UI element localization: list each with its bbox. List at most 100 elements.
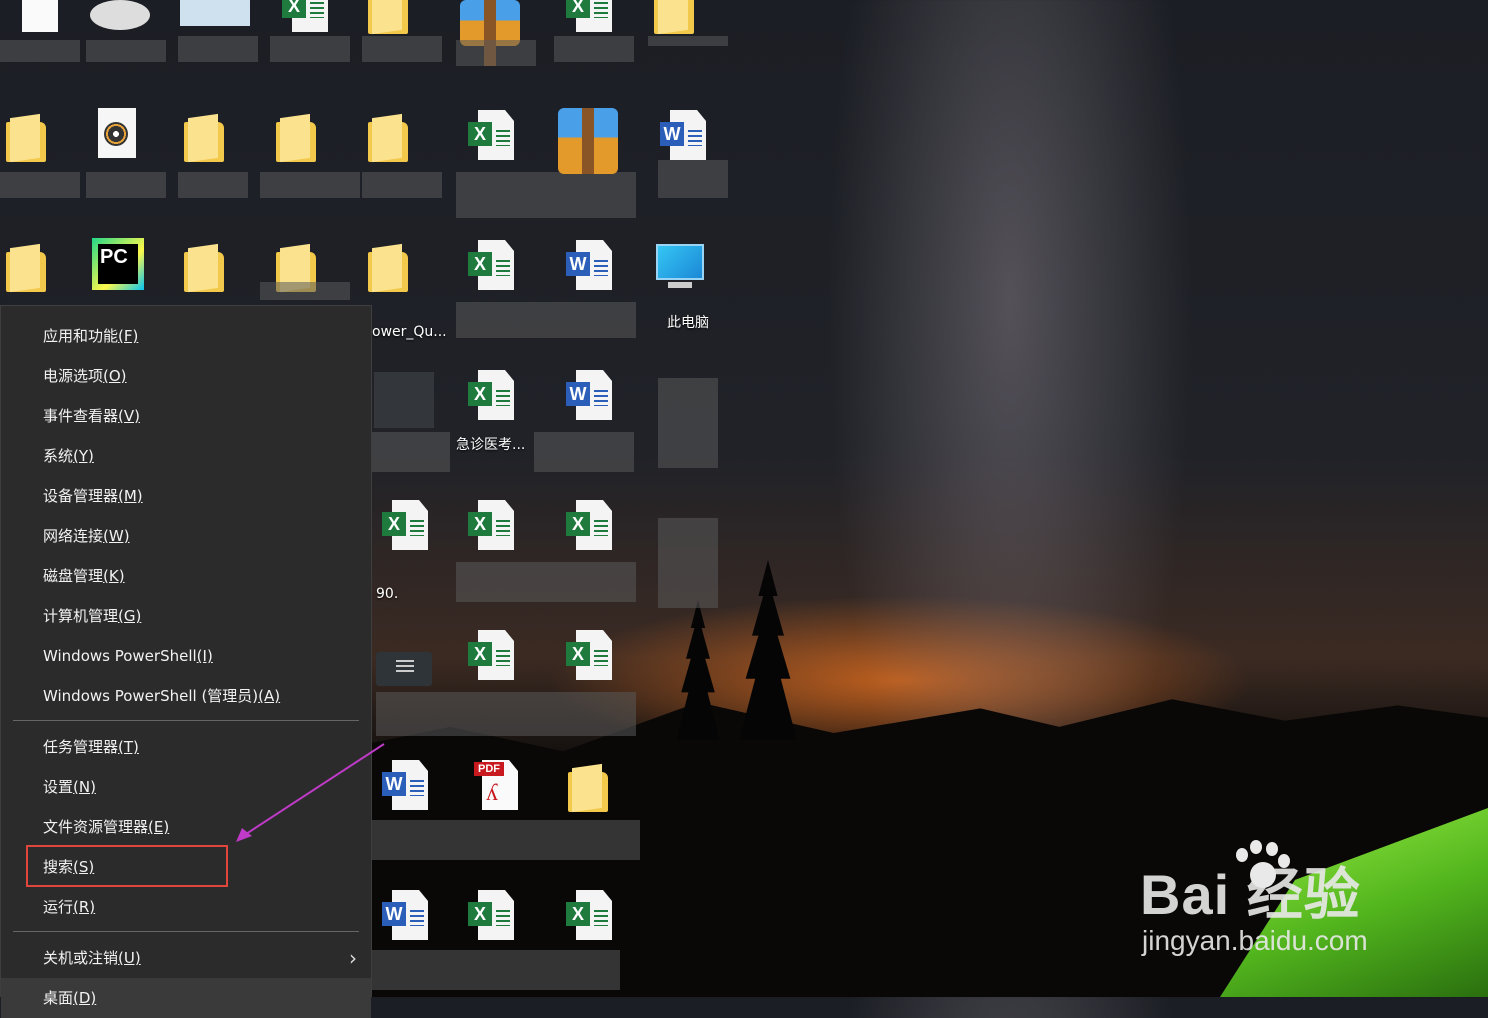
menu-item-powershell[interactable]: Windows PowerShell(I) bbox=[1, 636, 371, 676]
word-icon: W bbox=[382, 902, 406, 926]
menu-item-desktop[interactable]: 桌面(D) bbox=[1, 978, 371, 1018]
menu-item-shortcut: (F) bbox=[118, 327, 139, 345]
search-highlight-box bbox=[26, 845, 228, 887]
desktop-icon-folder[interactable] bbox=[562, 758, 642, 868]
menu-item-shortcut: (Y) bbox=[73, 447, 94, 465]
menu-item-disk-management[interactable]: 磁盘管理(K) bbox=[1, 556, 371, 596]
desktop-icon-excel[interactable]: X bbox=[376, 628, 636, 738]
menu-item-run[interactable]: 运行(R) bbox=[1, 887, 371, 927]
menu-item-shortcut: (R) bbox=[73, 898, 96, 916]
chevron-right-icon: › bbox=[349, 946, 357, 970]
menu-separator bbox=[13, 931, 359, 932]
desktop-icon-excel[interactable]: X bbox=[554, 498, 634, 608]
menu-item-label: 系统 bbox=[43, 447, 74, 465]
folder-icon bbox=[368, 0, 408, 34]
menu-item-network-connections[interactable]: 网络连接(W) bbox=[1, 516, 371, 556]
desktop-icon-word[interactable]: W bbox=[554, 238, 634, 348]
menu-item-shortcut: (T) bbox=[118, 738, 139, 756]
word-icon: W bbox=[660, 122, 684, 146]
desktop-icon-this-pc[interactable]: 此电脑 bbox=[648, 238, 728, 348]
desktop-icon-blurred[interactable] bbox=[648, 498, 728, 608]
desktop-icon-folder[interactable] bbox=[648, 0, 728, 90]
menu-item-shortcut: (G) bbox=[118, 607, 142, 625]
folder-icon bbox=[654, 0, 694, 34]
desktop-icon-excel[interactable]: X 急诊医考... bbox=[456, 368, 536, 478]
menu-item-computer-management[interactable]: 计算机管理(G) bbox=[1, 596, 371, 636]
desktop-icon-folder[interactable] bbox=[178, 108, 258, 218]
desktop-icon-app[interactable] bbox=[86, 0, 166, 90]
desktop-icon-excel[interactable]: X bbox=[554, 628, 634, 738]
desktop-icon-word[interactable]: W bbox=[370, 888, 620, 998]
menu-item-label: 文件资源管理器 bbox=[43, 818, 149, 836]
menu-item-power-options[interactable]: 电源选项(O) bbox=[1, 356, 371, 396]
excel-icon: X bbox=[566, 902, 590, 926]
excel-icon: X bbox=[468, 512, 492, 536]
menu-item-label: 事件查看器 bbox=[43, 407, 119, 425]
menu-item-shortcut: (M) bbox=[118, 487, 143, 505]
menu-item-label: 桌面 bbox=[43, 989, 74, 1007]
menu-item-apps-features[interactable]: 应用和功能(F) bbox=[1, 316, 371, 356]
hamburger-icon[interactable] bbox=[376, 652, 432, 686]
excel-icon: X bbox=[566, 0, 590, 18]
desktop-partial-label: ower_Qu... bbox=[372, 324, 447, 340]
pdf-icon: PDF bbox=[474, 762, 504, 776]
folder-icon bbox=[184, 252, 224, 292]
annotation-arrow-icon bbox=[236, 743, 385, 842]
menu-item-label: 网络连接 bbox=[43, 527, 104, 545]
desktop-icon-folder[interactable]: ower_Qu... bbox=[362, 238, 447, 348]
desktop-icon-word[interactable]: W bbox=[648, 108, 728, 218]
desktop-icon-pdf[interactable]: PDF ʎ bbox=[460, 758, 540, 868]
menu-item-label: 计算机管理 bbox=[43, 607, 119, 625]
menu-item-shortcut: (V) bbox=[118, 407, 140, 425]
desktop-icon-archive[interactable] bbox=[554, 108, 634, 218]
desktop-icon-excel[interactable]: X bbox=[456, 498, 636, 608]
menu-item-event-viewer[interactable]: 事件查看器(V) bbox=[1, 396, 371, 436]
desktop-icon-excel[interactable]: X bbox=[456, 108, 636, 218]
menu-item-label: 设备管理器 bbox=[43, 487, 119, 505]
excel-icon: X bbox=[566, 642, 590, 666]
folder-icon bbox=[568, 772, 608, 812]
desktop-icon-folder[interactable] bbox=[0, 108, 80, 218]
baidu-url: jingyan.baidu.com bbox=[1142, 925, 1368, 956]
excel-icon: X bbox=[282, 0, 306, 18]
menu-item-label: 电源选项 bbox=[43, 367, 104, 385]
excel-icon: X bbox=[566, 512, 590, 536]
this-pc-icon bbox=[656, 244, 704, 288]
menu-item-label: Windows PowerShell (管理员) bbox=[43, 687, 259, 705]
desktop-icon-folder[interactable] bbox=[260, 108, 360, 218]
folder-icon bbox=[368, 252, 408, 292]
desktop-icon-excel[interactable]: X bbox=[456, 888, 536, 998]
desktop-icon-excel[interactable]: X bbox=[270, 0, 350, 90]
menu-item-powershell-admin[interactable]: Windows PowerShell (管理员)(A) bbox=[1, 676, 371, 716]
desktop-icon-image[interactable] bbox=[178, 0, 258, 90]
excel-icon: X bbox=[468, 642, 492, 666]
folder-icon bbox=[6, 122, 46, 162]
excel-icon: X bbox=[468, 902, 492, 926]
desktop-icon-excel[interactable]: X bbox=[554, 0, 634, 90]
pdf-file-icon bbox=[22, 0, 58, 32]
desktop-icon-excel[interactable]: X bbox=[456, 238, 636, 348]
desktop-icon-excel[interactable]: X 90. bbox=[370, 498, 450, 608]
menu-item-label: 设置 bbox=[43, 778, 74, 796]
excel-icon: X bbox=[382, 512, 406, 536]
desktop-partial-label: 90. bbox=[376, 586, 399, 602]
desktop-icon-archive[interactable] bbox=[456, 0, 536, 90]
menu-item-shortcut: (U) bbox=[118, 949, 141, 967]
menu-item-shortcut: (O) bbox=[103, 367, 127, 385]
menu-item-shutdown-signout[interactable]: 关机或注销(U) › bbox=[1, 938, 371, 978]
menu-item-shortcut: (A) bbox=[258, 687, 281, 705]
desktop-icon-excel[interactable]: X bbox=[554, 888, 634, 998]
this-pc-label: 此电脑 bbox=[667, 315, 709, 331]
menu-item-system[interactable]: 系统(Y) bbox=[1, 436, 371, 476]
desktop-icon-folder[interactable] bbox=[362, 0, 442, 90]
folder-icon bbox=[368, 122, 408, 162]
menu-item-device-manager[interactable]: 设备管理器(M) bbox=[1, 476, 371, 516]
desktop-icon-word[interactable]: W bbox=[534, 368, 634, 478]
folder-icon bbox=[276, 122, 316, 162]
desktop-icon-blurred[interactable] bbox=[648, 368, 728, 478]
baidu-logo-text: Bai 经验 bbox=[1140, 863, 1361, 926]
desktop-icon-folder[interactable] bbox=[362, 108, 442, 218]
desktop-icon-music[interactable] bbox=[86, 108, 166, 218]
desktop-icon-app[interactable] bbox=[360, 368, 450, 478]
desktop-icon-pdf[interactable] bbox=[0, 0, 80, 90]
